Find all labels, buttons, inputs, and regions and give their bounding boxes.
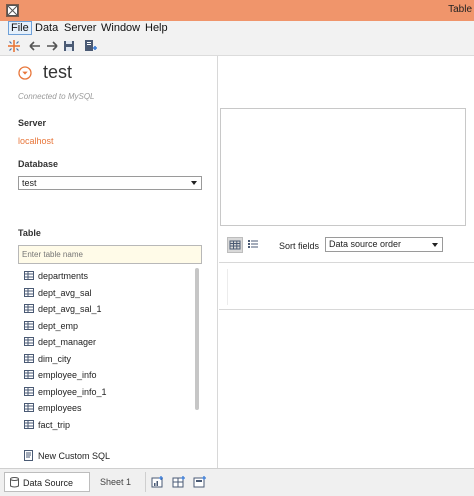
table-name: dept_avg_sal_1: [38, 304, 102, 314]
menu-bar: File Data Server Window Help: [0, 21, 474, 36]
datasource-icon: [10, 477, 19, 488]
table-name: departments: [38, 271, 89, 281]
table-icon: [24, 287, 34, 297]
back-icon[interactable]: [27, 38, 43, 54]
table-icon: [24, 320, 34, 330]
new-datasource-icon[interactable]: [82, 38, 98, 54]
table-name: fact_trip: [38, 419, 71, 430]
list-view-icon[interactable]: [246, 237, 262, 253]
window-title: Table: [448, 4, 472, 15]
list-item[interactable]: dept_avg_sal_1: [18, 301, 194, 318]
join-canvas[interactable]: [220, 108, 466, 226]
table-icon: [24, 419, 34, 429]
new-story-icon[interactable]: [193, 475, 207, 488]
table-icon: [24, 403, 34, 412]
list-item[interactable]: dim_city: [18, 351, 194, 368]
canvas-header: [219, 56, 474, 108]
tab-sheet-1-label: Sheet 1: [100, 477, 132, 487]
datasource-name[interactable]: test: [43, 62, 72, 83]
table-name: dept_emp: [38, 320, 79, 331]
toolbar: [0, 36, 474, 56]
chevron-down-icon: [432, 243, 438, 247]
database-select[interactable]: test: [18, 176, 202, 190]
tab-data-source-label: Data Source: [23, 478, 74, 488]
custom-sql-icon: [24, 450, 33, 461]
list-item[interactable]: dept_avg_sal: [18, 285, 194, 302]
menu-help[interactable]: Help: [143, 22, 170, 34]
menu-data[interactable]: Data: [33, 22, 60, 34]
table-search-input[interactable]: [18, 245, 202, 264]
menu-server[interactable]: Server: [62, 22, 98, 34]
list-item[interactable]: employees: [18, 400, 194, 417]
list-item[interactable]: fact_trip: [18, 417, 194, 434]
table-name: dept_manager: [38, 337, 97, 347]
new-worksheet-icon[interactable]: [151, 475, 165, 488]
menu-file[interactable]: File: [8, 21, 32, 35]
chevron-down-icon: [191, 181, 197, 185]
table-icon: [24, 353, 34, 363]
title-bar: Table: [0, 0, 474, 21]
table-list: departments dept_avg_sal dept_avg_sal_1 …: [18, 268, 194, 444]
grid-divider: [227, 269, 228, 305]
bottom-tab-bar: Data Source Sheet 1: [0, 468, 474, 496]
sort-fields-select[interactable]: Data source order: [325, 237, 443, 252]
app-logo-icon: [6, 4, 19, 17]
connection-status: Connected to MySQL: [18, 92, 95, 101]
table-list-scrollbar[interactable]: [195, 268, 199, 410]
database-selected-value: test: [22, 178, 37, 188]
new-dashboard-icon[interactable]: [172, 475, 186, 488]
table-label: Table: [18, 228, 41, 238]
sort-selected-value: Data source order: [329, 239, 402, 249]
table-name: employee_info_1: [38, 386, 107, 397]
forward-icon[interactable]: [44, 38, 60, 54]
tableau-logo-icon[interactable]: [6, 38, 22, 54]
server-value[interactable]: localhost: [18, 136, 54, 146]
grid-view-icon[interactable]: [227, 237, 243, 253]
table-icon: [24, 304, 34, 313]
menu-window[interactable]: Window: [99, 22, 142, 34]
datasource-dropdown-icon[interactable]: [18, 66, 32, 80]
table-name: dim_city: [38, 353, 72, 364]
list-item[interactable]: employee_info_1: [18, 384, 194, 401]
list-item[interactable]: dept_emp: [18, 318, 194, 335]
list-item[interactable]: departments: [18, 268, 194, 285]
table-name: employee_info: [38, 370, 97, 380]
save-icon[interactable]: [61, 38, 77, 54]
tab-data-source[interactable]: Data Source: [4, 472, 90, 492]
data-grid[interactable]: [219, 262, 474, 310]
table-icon: [24, 271, 34, 280]
table-icon: [24, 370, 34, 379]
table-icon: [24, 337, 34, 346]
table-icon: [24, 386, 34, 396]
new-custom-sql-label: New Custom SQL: [38, 451, 111, 461]
table-name: dept_avg_sal: [38, 287, 92, 298]
table-name: employees: [38, 403, 82, 413]
sort-fields-label: Sort fields: [279, 241, 320, 251]
tab-sheet-1[interactable]: Sheet 1: [92, 472, 146, 492]
list-item[interactable]: employee_info: [18, 367, 194, 384]
database-label: Database: [18, 159, 59, 169]
list-item[interactable]: dept_manager: [18, 334, 194, 351]
server-label: Server: [18, 118, 47, 128]
